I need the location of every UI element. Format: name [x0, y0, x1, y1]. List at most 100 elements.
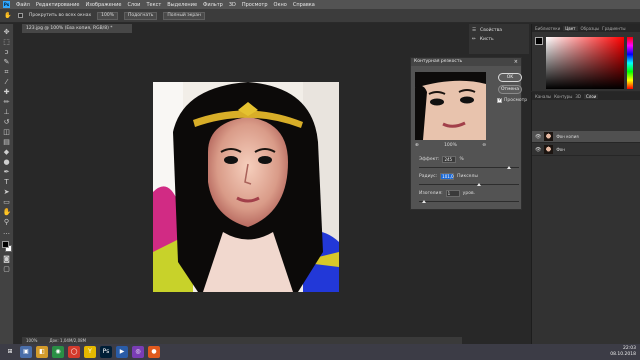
collapsed-panels-dock: ☰ Свойства ✏ Кисть [469, 24, 529, 54]
history-brush-tool-icon[interactable]: ↺ [3, 118, 11, 126]
tab-swatches[interactable]: Образцы [581, 26, 600, 31]
foreground-color-chip[interactable] [535, 37, 543, 45]
stamp-tool-icon[interactable]: ⊥ [3, 108, 11, 116]
tab-color[interactable]: Цвет [563, 25, 578, 31]
menu-layers[interactable]: Слои [127, 2, 140, 8]
radius-unit: Пикселы [457, 173, 478, 179]
radius-slider-thumb[interactable] [477, 183, 481, 186]
marquee-tool-icon[interactable]: ⬚ [3, 38, 11, 46]
more-tools-icon[interactable]: … [3, 228, 11, 236]
dialog-title-bar[interactable]: Контурная резкость × [411, 58, 521, 66]
taskbar-app-icon[interactable]: ▶ [116, 346, 128, 358]
start-button[interactable]: ⊞ [4, 346, 16, 358]
layers-panel-tabs: Каналы Контуры 3D Слои [532, 92, 640, 100]
menu-type[interactable]: Текст [146, 2, 161, 8]
foreground-color-swatch[interactable] [1, 241, 9, 248]
crop-tool-icon[interactable]: ⌗ [3, 68, 11, 76]
brush-tool-icon[interactable]: ✏ [3, 98, 11, 106]
taskbar-app-icon[interactable]: ◉ [52, 346, 64, 358]
shape-tool-icon[interactable]: ▭ [3, 198, 11, 206]
menu-file[interactable]: Файл [16, 2, 30, 8]
taskbar-app-icon[interactable]: ◯ [68, 346, 80, 358]
properties-panel-button[interactable]: ☰ Свойства [469, 24, 529, 33]
scroll-all-windows-checkbox[interactable] [18, 13, 23, 18]
system-clock[interactable]: 22:03 08.10.2018 [610, 344, 636, 360]
move-tool-icon[interactable]: ✥ [3, 28, 11, 36]
fill-screen-button[interactable]: Полный экран [163, 11, 205, 20]
menu-help[interactable]: Справка [293, 2, 315, 8]
zoom-out-icon[interactable]: ⊖ [482, 143, 486, 148]
tab-gradients[interactable]: Градиенты [602, 26, 625, 31]
healing-tool-icon[interactable]: ✚ [3, 88, 11, 96]
eye-icon[interactable]: 👁 [535, 147, 541, 153]
menu-3d[interactable]: 3D [229, 2, 236, 8]
photoshop-logo-icon: Ps [3, 1, 10, 8]
blur-tool-icon[interactable]: ◆ [3, 148, 11, 156]
zoom-in-icon[interactable]: ⊕ [415, 143, 419, 148]
windows-taskbar: ⊞ ▣ ◧ ◉ ◯ Y Ps ▶ ◎ ● 22:03 08.10.2018 [0, 344, 640, 360]
fit-screen-button[interactable]: Подогнать [124, 11, 158, 20]
taskbar-app-icon[interactable]: ◧ [36, 346, 48, 358]
pen-tool-icon[interactable]: ✒ [3, 168, 11, 176]
taskbar-app-icon[interactable]: ◎ [132, 346, 144, 358]
hue-slider[interactable] [627, 37, 633, 89]
amount-slider-thumb[interactable] [507, 166, 511, 169]
color-picker-field[interactable] [546, 37, 624, 89]
threshold-slider-thumb[interactable] [422, 200, 426, 203]
dodge-tool-icon[interactable]: ● [3, 158, 11, 166]
document-image[interactable] [153, 82, 339, 292]
path-select-tool-icon[interactable]: ➤ [3, 188, 11, 196]
taskbar-app-icon[interactable]: ● [148, 346, 160, 358]
radius-input[interactable]: 101,0 [440, 172, 455, 180]
menu-select[interactable]: Выделение [167, 2, 197, 8]
menu-window[interactable]: Окно [274, 2, 287, 8]
document-tab[interactable]: 123.jpg @ 100% (Ева копия, RGB/8) * [22, 24, 132, 33]
eye-icon[interactable]: 👁 [535, 134, 541, 140]
ok-button[interactable]: OK [498, 73, 522, 82]
amount-row: Эффект: 245 % [419, 155, 464, 163]
preview-zoom-level: 100% [444, 143, 457, 148]
eyedropper-tool-icon[interactable]: ⁄ [3, 78, 11, 86]
menu-edit[interactable]: Редактирование [36, 2, 80, 8]
preview-checkbox-row[interactable]: Просмотр [497, 97, 527, 103]
amount-slider[interactable] [419, 166, 519, 169]
menu-view[interactable]: Просмотр [242, 2, 268, 8]
quick-select-tool-icon[interactable]: ✎ [3, 58, 11, 66]
lasso-tool-icon[interactable]: ↄ [3, 48, 11, 56]
tab-channels[interactable]: Каналы [535, 94, 551, 99]
taskbar-app-icon[interactable]: Y [84, 346, 96, 358]
amount-input[interactable]: 245 [442, 155, 457, 163]
taskbar-app-icon[interactable]: ▣ [20, 346, 32, 358]
layer-row[interactable]: 👁 Фон копия [532, 131, 640, 143]
taskbar-app-icon[interactable]: Ps [100, 346, 112, 358]
clock-date: 08.10.2018 [610, 352, 636, 357]
threshold-slider[interactable] [419, 200, 519, 203]
tab-paths[interactable]: Контуры [554, 94, 572, 99]
status-zoom[interactable]: 100% [26, 337, 37, 344]
threshold-input[interactable]: 1 [445, 189, 460, 197]
zoom-tool-icon[interactable]: ⚲ [3, 218, 11, 226]
threshold-row: Изогелия: 1 уров. [419, 189, 475, 197]
tab-libraries[interactable]: Библиотеки [535, 26, 560, 31]
hand-tool-icon[interactable]: ✋ [3, 208, 12, 216]
quick-mask-icon[interactable]: ◙ [3, 255, 11, 263]
brush-panel-button[interactable]: ✏ Кисть [469, 33, 529, 42]
layer-thumbnail [544, 132, 554, 141]
portrait-image [153, 82, 339, 292]
zoom-100-button[interactable]: 100% [97, 11, 119, 20]
dialog-preview-pane[interactable] [415, 72, 486, 140]
screen-mode-icon[interactable]: ▢ [3, 265, 11, 273]
radius-slider[interactable] [419, 183, 519, 186]
eraser-tool-icon[interactable]: ◫ [3, 128, 11, 136]
cancel-button[interactable]: Отмена [498, 85, 522, 94]
menu-filter[interactable]: Фильтр [203, 2, 223, 8]
tab-3d[interactable]: 3D [575, 94, 581, 99]
close-icon[interactable]: × [514, 58, 518, 66]
layer-row[interactable]: 👁 Фон [532, 144, 640, 156]
color-swatches[interactable] [1, 241, 13, 253]
gradient-tool-icon[interactable]: ▤ [3, 138, 11, 146]
tab-layers[interactable]: Слои [584, 93, 599, 99]
type-tool-icon[interactable]: T [3, 178, 11, 186]
menu-image[interactable]: Изображение [85, 2, 121, 8]
preview-checkbox[interactable] [497, 97, 502, 103]
